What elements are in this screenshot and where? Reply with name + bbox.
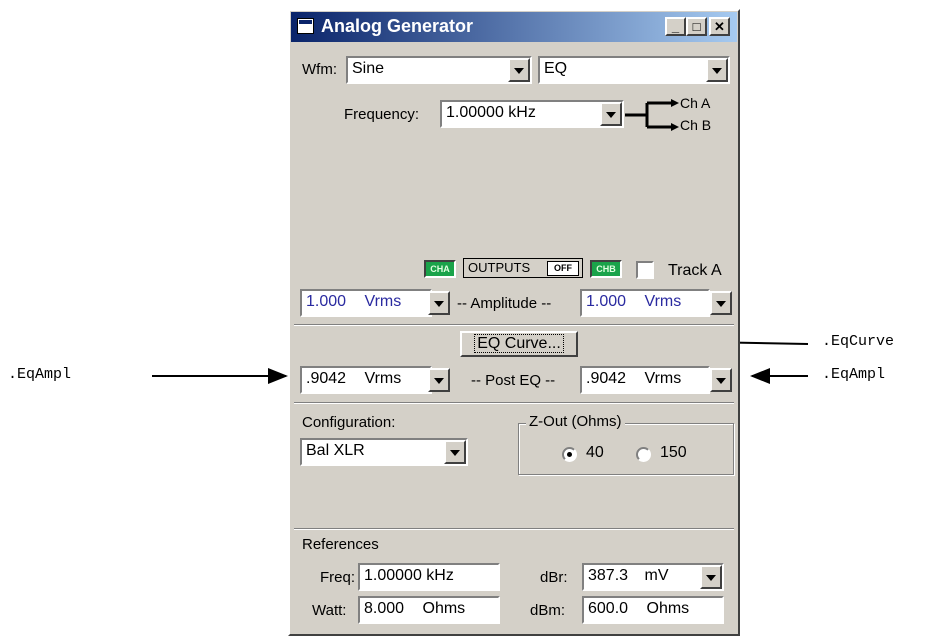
ref-dbr-value: 387.3 (588, 567, 629, 584)
zout-40-label: 40 (586, 444, 604, 461)
cha-post-eq-unit-dropdown[interactable] (428, 368, 450, 392)
ref-dbm-label: dBm: (530, 602, 566, 619)
configuration-label: Configuration: (302, 414, 396, 431)
cha-post-eq-value: .9042 (306, 370, 347, 387)
outputs-off-indicator: OFF (547, 261, 579, 276)
waveform-type-dropdown-button[interactable] (706, 58, 728, 82)
chb-post-eq-value: .9042 (586, 370, 627, 387)
post-eq-label: -- Post EQ -- (471, 372, 556, 389)
waveform-value: Sine (352, 60, 385, 77)
separator-2 (294, 402, 734, 404)
ref-dbr-unit: mV (644, 567, 669, 584)
frequency-dropdown-button[interactable] (600, 102, 622, 126)
eq-curve-button-label: EQ Curve... (474, 334, 564, 353)
annotation-eqampl-left: .EqAmpl (8, 366, 72, 383)
route-ch-a: Ch A (680, 95, 711, 111)
ref-dbm-value: 600.0 (588, 600, 629, 617)
waveform-dropdown-button[interactable] (508, 58, 530, 82)
cha-amplitude-unit: Vrms (364, 293, 402, 310)
window-icon (297, 18, 314, 34)
ref-watt-unit: Ohms (422, 600, 466, 617)
chb-post-eq-unit: Vrms (644, 370, 682, 387)
zout-40-radio[interactable] (562, 447, 577, 462)
chb-output-indicator[interactable]: CHB (590, 260, 622, 278)
eq-curve-button[interactable]: EQ Curve... (460, 331, 578, 357)
separator-3 (294, 528, 734, 530)
ref-freq-field[interactable]: 1.00000 kHz (358, 563, 500, 591)
cha-post-eq-unit: Vrms (364, 370, 402, 387)
frequency-value: 1.00000 kHz (446, 104, 536, 121)
cha-amplitude-unit-dropdown[interactable] (428, 291, 450, 315)
frequency-select[interactable]: 1.00000 kHz (440, 100, 624, 128)
chb-amplitude-value: 1.000 (586, 293, 627, 310)
channel-route-icon (625, 99, 679, 131)
window-title: Analog Generator (321, 16, 474, 36)
cha-amplitude-value: 1.000 (306, 293, 347, 310)
configuration-value: Bal XLR (306, 442, 365, 459)
references-label: References (302, 536, 379, 553)
track-a-label: Track A (668, 262, 722, 279)
title-bar[interactable]: Analog Generator _ □ ✕ (291, 12, 737, 42)
configuration-select[interactable]: Bal XLR (300, 438, 468, 466)
ref-watt-field[interactable]: 8.000 Ohms (358, 596, 500, 624)
frequency-label: Frequency: (344, 106, 420, 123)
waveform-select[interactable]: Sine (346, 56, 532, 84)
maximize-button[interactable]: □ (686, 17, 707, 36)
waveform-label: Wfm: (302, 61, 337, 78)
configuration-dropdown-button[interactable] (444, 440, 466, 464)
annotation-eqcurve: .EqCurve (822, 333, 895, 350)
zout-150-radio[interactable] (636, 447, 651, 462)
chb-post-eq-unit-dropdown[interactable] (710, 368, 732, 392)
ref-watt-value: 8.000 (364, 600, 405, 617)
ref-dbm-field[interactable]: 600.0 Ohms (582, 596, 724, 624)
minimize-button[interactable]: _ (665, 17, 686, 36)
close-button[interactable]: ✕ (709, 17, 730, 36)
chb-amplitude-unit-dropdown[interactable] (710, 291, 732, 315)
separator-1 (294, 324, 734, 326)
ref-dbr-unit-dropdown[interactable] (700, 565, 722, 589)
cha-output-indicator[interactable]: CHA (424, 260, 456, 278)
zout-group (518, 423, 734, 475)
outputs-label: OUTPUTS (468, 260, 531, 275)
route-ch-b: Ch B (680, 117, 712, 133)
ref-freq-label: Freq: (320, 569, 356, 586)
ref-dbr-label: dBr: (540, 569, 568, 586)
track-a-checkbox[interactable] (636, 261, 654, 279)
zout-150-label: 150 (660, 444, 687, 461)
amplitude-label: -- Amplitude -- (457, 295, 552, 312)
waveform-type-value: EQ (544, 60, 568, 77)
ref-watt-label: Watt: (312, 602, 347, 619)
analog-generator-window: Analog Generator _ □ ✕ Wfm: Sine EQ Freq… (288, 9, 740, 636)
chb-post-eq-field[interactable]: .9042 Vrms (580, 366, 710, 394)
ref-dbm-unit: Ohms (646, 600, 690, 617)
chb-amplitude-unit: Vrms (644, 293, 682, 310)
zout-label: Z-Out (Ohms) (526, 413, 625, 430)
waveform-type-select[interactable]: EQ (538, 56, 730, 84)
cha-post-eq-field[interactable]: .9042 Vrms (300, 366, 432, 394)
annotation-eqampl-right: .EqAmpl (822, 366, 886, 383)
chb-amplitude-field[interactable]: 1.000 Vrms (580, 289, 710, 317)
outputs-toggle[interactable]: OUTPUTS OFF (463, 258, 583, 278)
cha-amplitude-field[interactable]: 1.000 Vrms (300, 289, 432, 317)
ref-freq-value: 1.00000 kHz (364, 567, 454, 584)
